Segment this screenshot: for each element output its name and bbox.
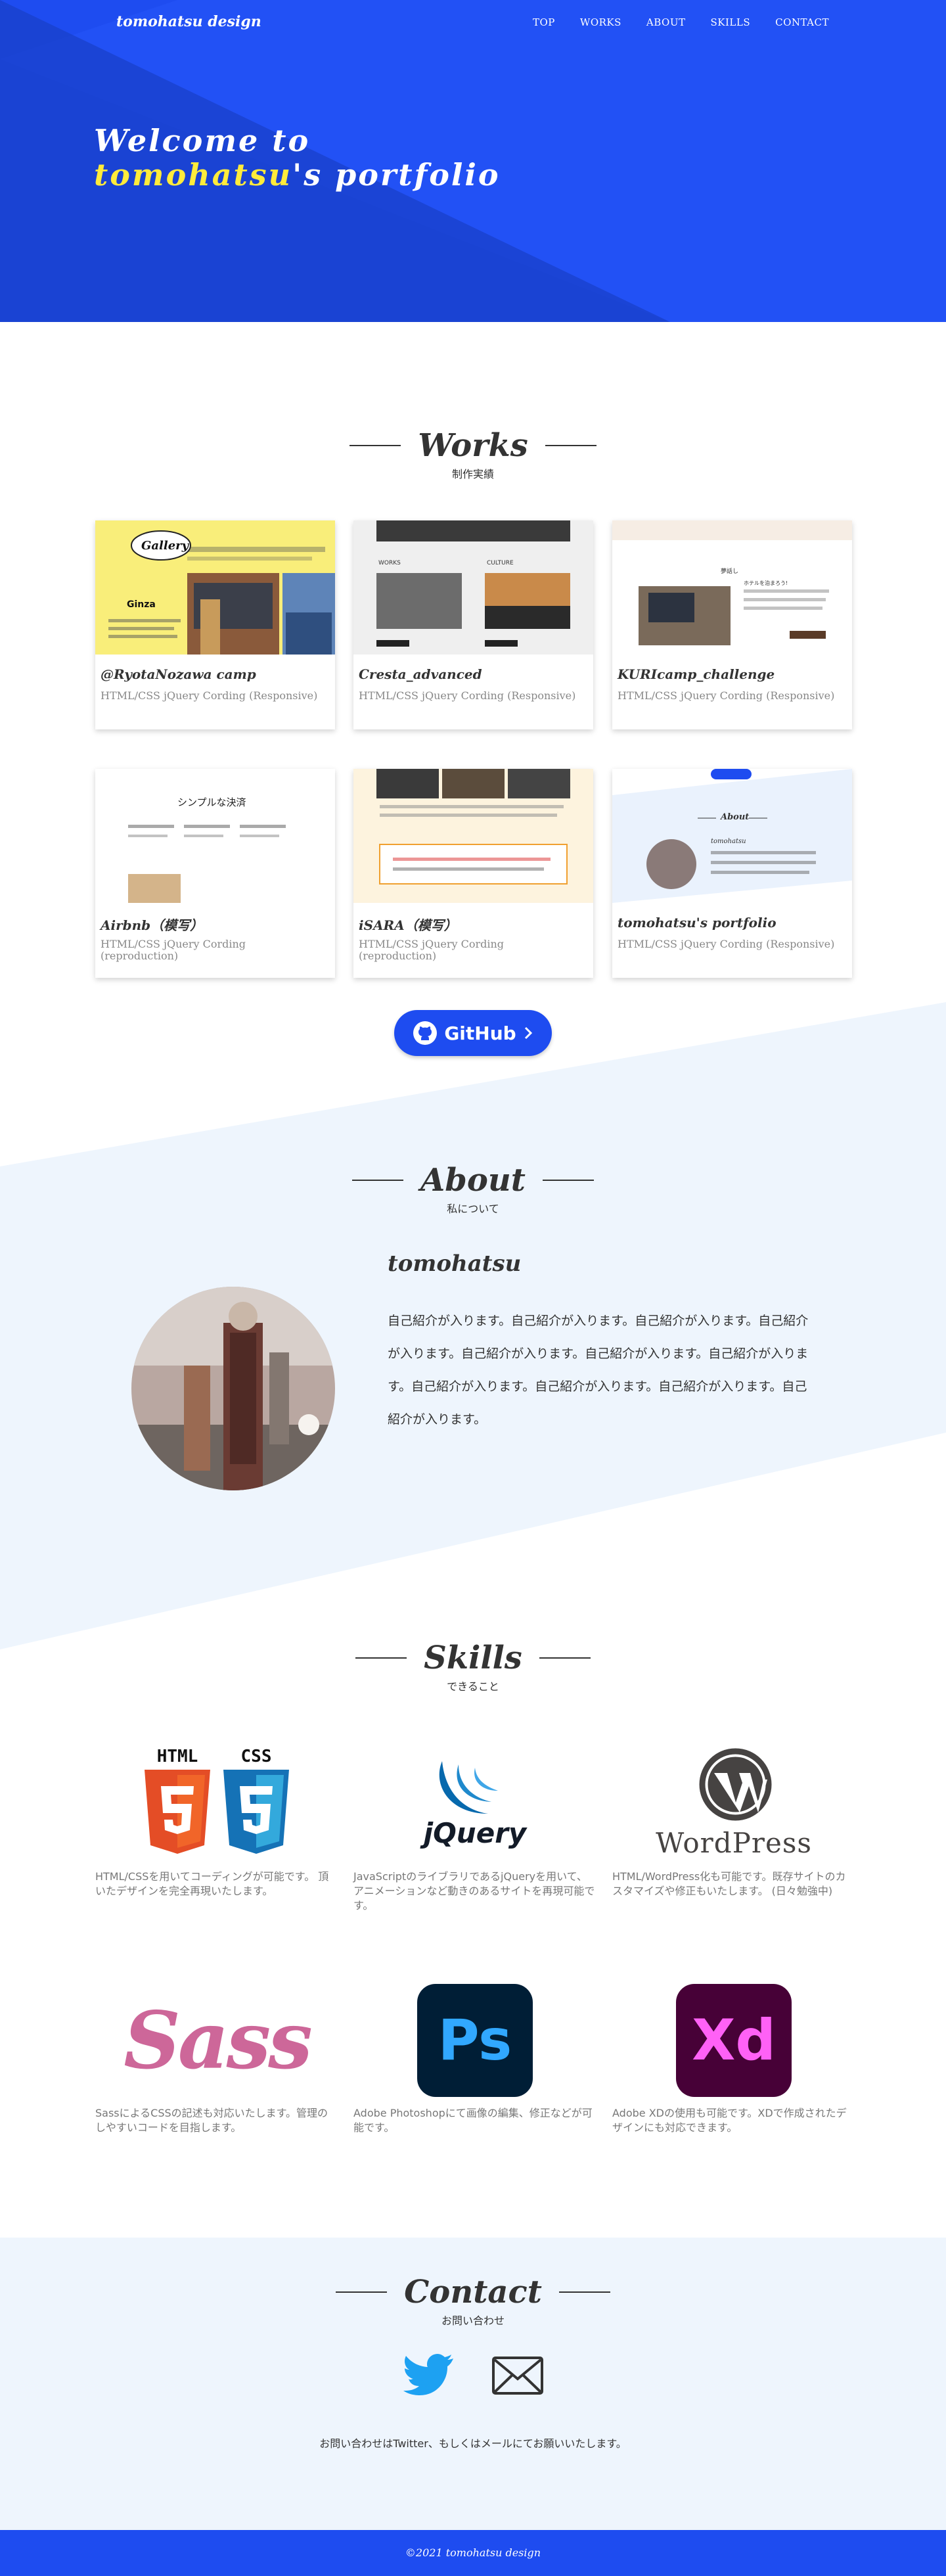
footer: ©2021 tomohatsu design <box>0 2530 946 2576</box>
skills-heading: Skills できること <box>0 1640 946 1693</box>
thumb-label: tomohatsu <box>711 838 746 845</box>
work-title: tomohatsu's portfolio <box>618 915 777 931</box>
skills-title: Skills <box>424 1640 522 1676</box>
contact-links <box>0 2353 946 2399</box>
work-title: Cresta_advanced <box>359 666 482 682</box>
works-subtitle: 制作実績 <box>451 468 494 480</box>
skill-text: Adobe XDの使用も可能です。XDで作成されたデザインにも対応できます。 <box>612 2107 847 2134</box>
contact-text: お問い合わせはTwitter、もしくはメールにてお願いいたします。 <box>319 2437 627 2450</box>
css-logo-text: CSS <box>240 1746 272 1766</box>
about-title: About <box>420 1162 526 1199</box>
skills-subtitle: できること <box>447 1680 499 1693</box>
work-card[interactable]: WORKS CULTURE Cresta_advanced HTML/CSS j… <box>353 520 593 729</box>
site-logo[interactable]: tomohatsu design <box>116 13 261 30</box>
work-desc: HTML/CSS jQuery Cording (reproduction) <box>359 938 505 962</box>
html-logo-text: HTML <box>156 1746 198 1766</box>
thumb-label: 夢話し <box>721 568 739 575</box>
twitter-icon[interactable] <box>402 2353 455 2399</box>
thumb-label: シンプルな決済 <box>177 796 246 808</box>
work-card[interactable]: About tomohatsu tomohatsu's portfolio HT… <box>612 769 852 978</box>
about-name: tomohatsu <box>388 1251 522 1277</box>
skill-text: HTML/WordPress化も可能です。既存サイトのカスタマイズや修正もいたし… <box>612 1870 846 1897</box>
work-thumbnail: シンプルな決済 <box>95 769 335 903</box>
skill-text: SassによるCSSの記述も対応いたします。管理のしやすいコードを目指します。 <box>95 2107 328 2134</box>
github-label: GitHub <box>444 1022 516 1044</box>
work-card[interactable]: シンプルな決済 Airbnb（模写） HTML/CSS jQuery Cordi… <box>95 769 335 978</box>
nav-link-about[interactable]: ABOUT <box>646 16 686 28</box>
nav-link-works[interactable]: WORKS <box>580 16 621 28</box>
chevron-right-icon <box>524 1026 532 1040</box>
skill-text: HTML/CSSを用いてコーディングが可能です。 頂いたデザインを完全再現いたし… <box>95 1870 329 1897</box>
about-text: 自己紹介が入ります。自己紹介が入ります。自己紹介が入ります。自己紹介が入ります。… <box>388 1314 809 1427</box>
photoshop-logo: Ps <box>353 1981 597 2100</box>
hero-title-rest: 's portfolio <box>292 157 501 193</box>
contact-title: Contact <box>404 2274 542 2311</box>
contact-heading: Contact お問い合わせ <box>0 2274 946 2328</box>
hero-title-line2: tomohatsu's portfolio <box>94 158 501 192</box>
work-card[interactable]: Gallery Ginza @RyotaNozawa camp HTML/CSS… <box>95 520 335 729</box>
skill-text: Adobe Photoshopにて画像の編集、修正などが可能です。 <box>353 2107 593 2134</box>
work-title: KURIcamp_challenge <box>618 666 775 682</box>
global-nav: tomohatsu design TOP WORKS ABOUT SKILLS … <box>0 0 946 46</box>
mail-icon[interactable] <box>491 2353 544 2399</box>
nav-link-contact[interactable]: CONTACT <box>775 16 829 28</box>
html-css-logo: HTML CSS <box>95 1745 338 1863</box>
work-desc: HTML/CSS jQuery Cording (Responsive) <box>618 689 835 702</box>
work-card[interactable]: 夢話し ホテルを泊まろう! KURIcamp_challenge HTML/CS… <box>612 520 852 729</box>
work-thumbnail: About tomohatsu <box>612 769 852 903</box>
work-desc: HTML/CSS jQuery Cording (Responsive) <box>359 689 576 702</box>
work-thumbnail <box>353 769 593 903</box>
hero-title: Welcome to tomohatsu's portfolio <box>94 124 501 192</box>
work-thumbnail: 夢話し ホテルを泊まろう! <box>612 520 852 655</box>
thumb-label: CULTURE <box>487 560 514 566</box>
xd-logo-text: Xd <box>692 2008 776 2073</box>
contact-subtitle: お問い合わせ <box>441 2314 505 2327</box>
about-heading: About 私について <box>0 1162 946 1216</box>
work-title: iSARA（模写） <box>359 917 457 933</box>
thumb-label: WORKS <box>378 560 401 566</box>
work-thumbnail: WORKS CULTURE <box>353 520 593 655</box>
nav-menu: TOP WORKS ABOUT SKILLS CONTACT <box>533 16 829 28</box>
nav-link-top[interactable]: TOP <box>533 16 555 28</box>
sass-logo: Sass <box>95 1981 338 2100</box>
work-title: @RyotaNozawa camp <box>101 666 256 682</box>
github-icon <box>413 1021 438 1045</box>
works-title: Works <box>418 427 528 464</box>
work-desc: HTML/CSS jQuery Cording (reproduction) <box>101 938 246 962</box>
avatar <box>131 1287 335 1490</box>
thumb-label: Ginza <box>127 599 156 610</box>
jquery-logo: jQuery <box>353 1745 597 1863</box>
jquery-logo-text: jQuery <box>423 1817 527 1849</box>
work-desc: HTML/CSS jQuery Cording (Responsive) <box>618 938 835 950</box>
work-thumbnail: Gallery Ginza <box>95 520 335 655</box>
works-heading: Works 制作実績 <box>0 427 946 481</box>
hero-section: tomohatsu design TOP WORKS ABOUT SKILLS … <box>0 0 946 322</box>
xd-logo: Xd <box>612 1981 855 2100</box>
work-title: Airbnb（模写） <box>101 917 204 933</box>
thumb-label: ホテルを泊まろう! <box>744 580 788 586</box>
skill-text: JavaScriptのライブラリであるjQueryを用いて、アニメーションなど動… <box>353 1870 595 1912</box>
thumb-label: Gallery <box>141 539 189 553</box>
hero-title-highlight: tomohatsu <box>94 157 293 193</box>
photoshop-logo-text: Ps <box>438 2008 512 2073</box>
hero-title-line1: Welcome to <box>94 123 311 158</box>
work-card[interactable]: iSARA（模写） HTML/CSS jQuery Cording (repro… <box>353 769 593 978</box>
github-button[interactable]: GitHub <box>394 1010 552 1056</box>
thumb-label: About <box>721 812 750 822</box>
nav-link-skills[interactable]: SKILLS <box>710 16 750 28</box>
about-subtitle: 私について <box>447 1203 499 1215</box>
sass-logo-text: Sass <box>124 1994 313 2087</box>
copyright: ©2021 tomohatsu design <box>405 2546 541 2559</box>
wordpress-logo: WordPress <box>612 1745 855 1863</box>
work-desc: HTML/CSS jQuery Cording (Responsive) <box>101 689 318 702</box>
wordpress-logo-text: WordPress <box>656 1826 812 1859</box>
